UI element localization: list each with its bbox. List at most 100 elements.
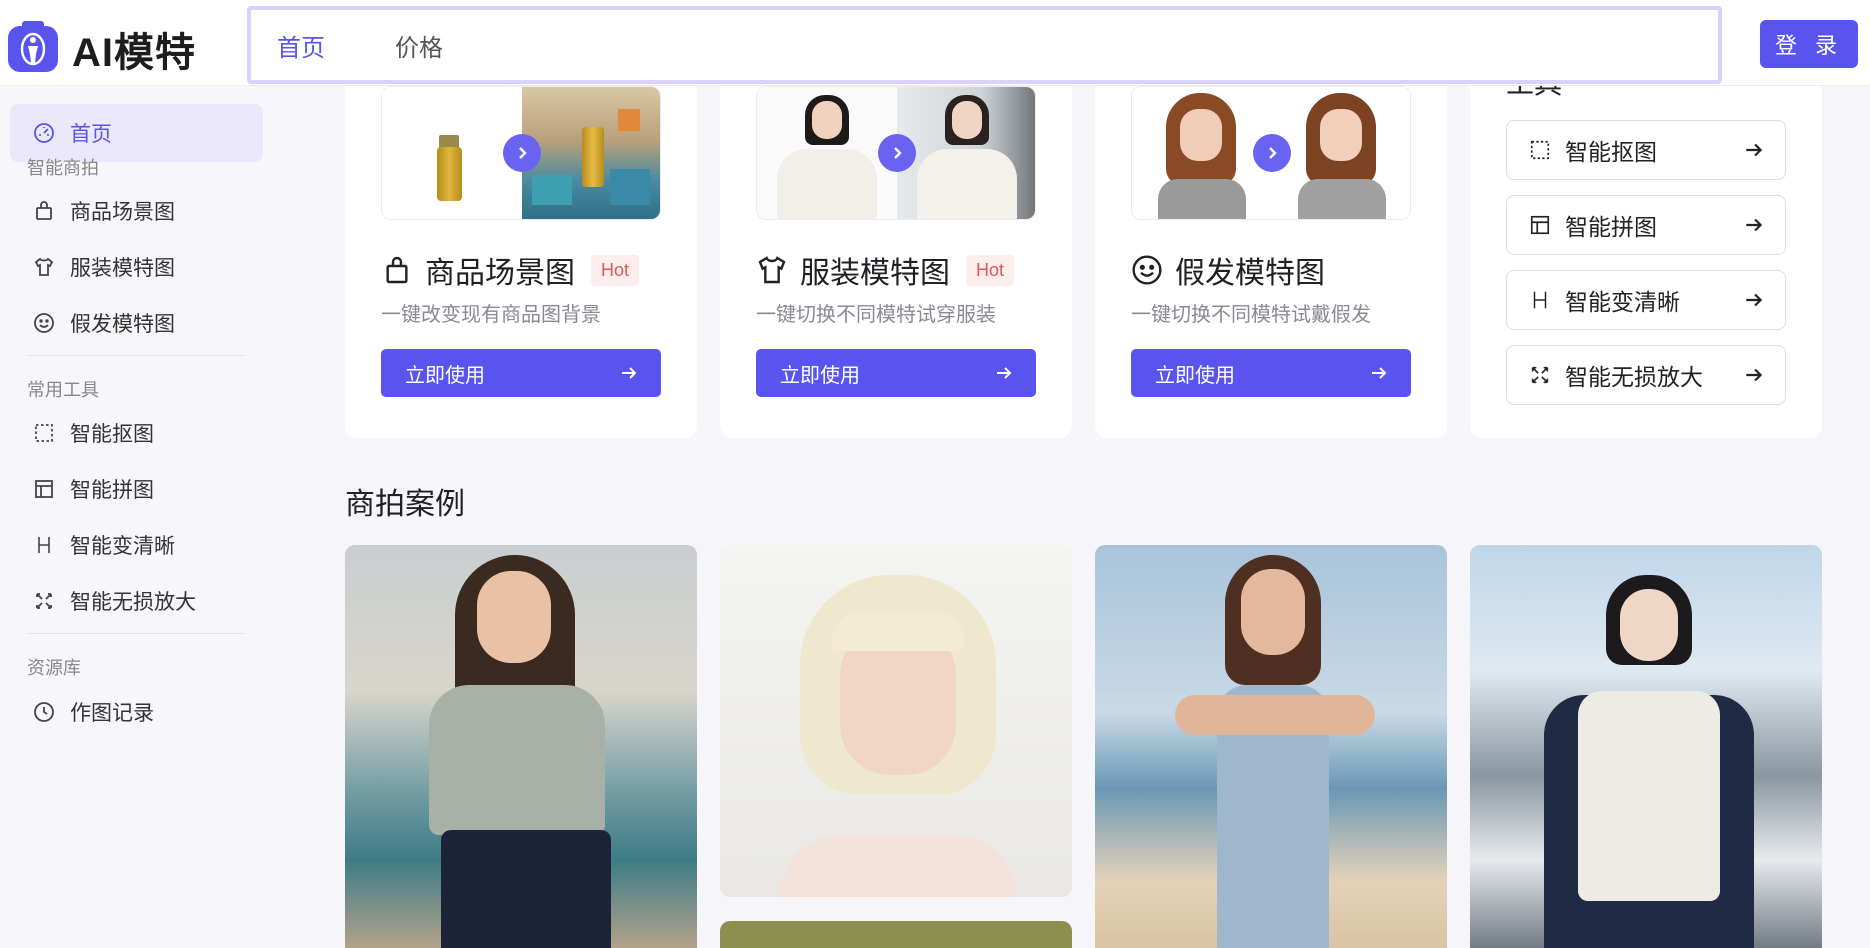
- sidebar: 首页 智能商拍 商品场景图 服装模特图 假发模特图 常用工具 智能抠图 智能拼图: [0, 86, 270, 948]
- clock-icon: [34, 702, 54, 722]
- shopping-bag-icon: [386, 256, 408, 284]
- app-logo[interactable]: AI模特: [8, 20, 196, 78]
- section-title-cases: 商拍案例: [345, 488, 465, 521]
- sidebar-divider: [27, 355, 245, 356]
- before-image: [1132, 87, 1272, 219]
- preview-image[interactable]: [1131, 86, 1411, 220]
- sidebar-item-product-scene[interactable]: 商品场景图: [10, 182, 263, 240]
- tool-label: 智能抠图: [1565, 139, 1657, 165]
- hot-badge: Hot: [591, 254, 640, 286]
- sidebar-section-title: 资源库: [27, 658, 81, 678]
- sidebar-item-label: 智能无损放大: [70, 591, 196, 614]
- app-name: AI模特: [72, 31, 196, 75]
- after-image: [1272, 87, 1410, 219]
- case-image[interactable]: [720, 921, 1072, 948]
- top-header: AI模特 首页 价格 登 录: [0, 0, 1870, 86]
- button-label: 立即使用: [780, 364, 860, 387]
- expand-icon: [36, 593, 52, 609]
- top-navigation: 首页 价格: [247, 6, 1722, 84]
- h-letter-icon: [1533, 291, 1547, 309]
- sidebar-item-label: 智能变清晰: [70, 535, 175, 558]
- use-now-button[interactable]: 立即使用: [381, 349, 661, 397]
- after-image: [897, 87, 1035, 219]
- sidebar-item-collage[interactable]: 智能拼图: [10, 460, 263, 518]
- tool-label: 智能无损放大: [1565, 364, 1703, 390]
- feature-card-wig-model: 假发模特图 一键切换不同模特试戴假发 立即使用: [1095, 86, 1447, 438]
- before-image: [382, 87, 522, 219]
- tools-heading: 工具: [1506, 86, 1562, 102]
- card-title: 假发模特图: [1175, 257, 1325, 290]
- sidebar-item-clothing-model[interactable]: 服装模特图: [10, 238, 263, 296]
- nav-home[interactable]: 首页: [277, 28, 325, 63]
- card-title: 商品场景图: [425, 257, 575, 290]
- card-title-row: 商品场景图 Hot: [381, 248, 640, 292]
- card-title-row: 假发模特图: [1131, 248, 1325, 292]
- tool-label: 智能拼图: [1565, 214, 1657, 240]
- tool-button-sharpen[interactable]: 智能变清晰: [1506, 270, 1786, 330]
- sidebar-item-label: 作图记录: [70, 702, 154, 725]
- shopping-bag-icon: [36, 201, 52, 220]
- button-label: 立即使用: [405, 364, 485, 387]
- card-title-row: 服装模特图 Hot: [756, 248, 1015, 292]
- layout-icon: [1530, 215, 1550, 235]
- shirt-icon: [34, 257, 54, 276]
- h-letter-icon: [38, 537, 50, 553]
- arrow-right-icon: [1372, 367, 1387, 379]
- feature-card-product-scene: 商品场景图 Hot 一键改变现有商品图背景 立即使用: [345, 86, 697, 438]
- sidebar-item-label: 服装模特图: [70, 257, 175, 280]
- smile-icon: [34, 313, 54, 333]
- sidebar-item-label: 假发模特图: [70, 313, 175, 336]
- hot-badge: Hot: [966, 254, 1015, 286]
- card-description: 一键切换不同模特试戴假发: [1131, 304, 1371, 326]
- after-image: [522, 87, 660, 219]
- layout-icon: [35, 480, 53, 498]
- case-image[interactable]: [1470, 545, 1822, 948]
- arrow-right-circle-icon: [878, 134, 916, 172]
- card-description: 一键切换不同模特试穿服装: [756, 304, 996, 326]
- button-label: 立即使用: [1155, 364, 1235, 387]
- arrow-right-icon: [622, 367, 637, 379]
- preview-image[interactable]: [381, 86, 661, 220]
- use-now-button[interactable]: 立即使用: [1131, 349, 1411, 397]
- card-title: 服装模特图: [800, 257, 950, 290]
- arrow-right-icon: [1746, 293, 1763, 307]
- case-image[interactable]: [345, 545, 697, 948]
- feature-card-clothing-model: 服装模特图 Hot 一键切换不同模特试穿服装 立即使用: [720, 86, 1072, 438]
- nav-pricing[interactable]: 价格: [395, 28, 443, 63]
- login-button[interactable]: 登 录: [1760, 20, 1858, 68]
- arrow-right-icon: [997, 367, 1012, 379]
- sidebar-item-sharpen[interactable]: 智能变清晰: [10, 516, 263, 574]
- arrow-right-circle-icon: [503, 134, 541, 172]
- sidebar-item-history[interactable]: 作图记录: [10, 683, 263, 741]
- tool-button-cutout[interactable]: 智能抠图: [1506, 120, 1786, 180]
- sidebar-item-label: 商品场景图: [70, 201, 175, 224]
- smile-icon: [1132, 255, 1162, 285]
- case-image[interactable]: [1095, 545, 1447, 948]
- expand-icon: [1531, 366, 1549, 384]
- case-image[interactable]: [720, 545, 1072, 897]
- sidebar-item-upscale[interactable]: 智能无损放大: [10, 572, 263, 630]
- arrow-right-circle-icon: [1253, 134, 1291, 172]
- sidebar-divider: [27, 633, 245, 634]
- arrow-right-icon: [1746, 218, 1763, 232]
- sidebar-item-label: 智能抠图: [70, 423, 154, 446]
- sidebar-item-wig-model[interactable]: 假发模特图: [10, 294, 263, 352]
- sidebar-section-title: 智能商拍: [27, 158, 99, 178]
- arrow-right-icon: [1746, 368, 1763, 382]
- tools-card: 工具 智能抠图 智能拼图 智能变清晰 智能无损放大: [1470, 86, 1822, 438]
- crop-dashed-icon: [35, 424, 53, 442]
- main-content: 商品场景图 Hot 一键改变现有商品图背景 立即使用 服装模特图 Hot 一键切…: [270, 86, 1870, 948]
- tool-button-upscale[interactable]: 智能无损放大: [1506, 345, 1786, 405]
- tool-button-collage[interactable]: 智能拼图: [1506, 195, 1786, 255]
- card-description: 一键改变现有商品图背景: [381, 304, 601, 326]
- tool-label: 智能变清晰: [1565, 289, 1680, 315]
- shirt-icon: [758, 256, 786, 284]
- sidebar-item-label: 智能拼图: [70, 479, 154, 502]
- logo-icon: [8, 21, 58, 72]
- sidebar-item-label: 首页: [70, 123, 112, 146]
- preview-image[interactable]: [756, 86, 1036, 220]
- use-now-button[interactable]: 立即使用: [756, 349, 1036, 397]
- dashboard-icon: [34, 123, 54, 143]
- crop-dashed-icon: [1530, 140, 1550, 160]
- sidebar-item-cutout[interactable]: 智能抠图: [10, 404, 263, 462]
